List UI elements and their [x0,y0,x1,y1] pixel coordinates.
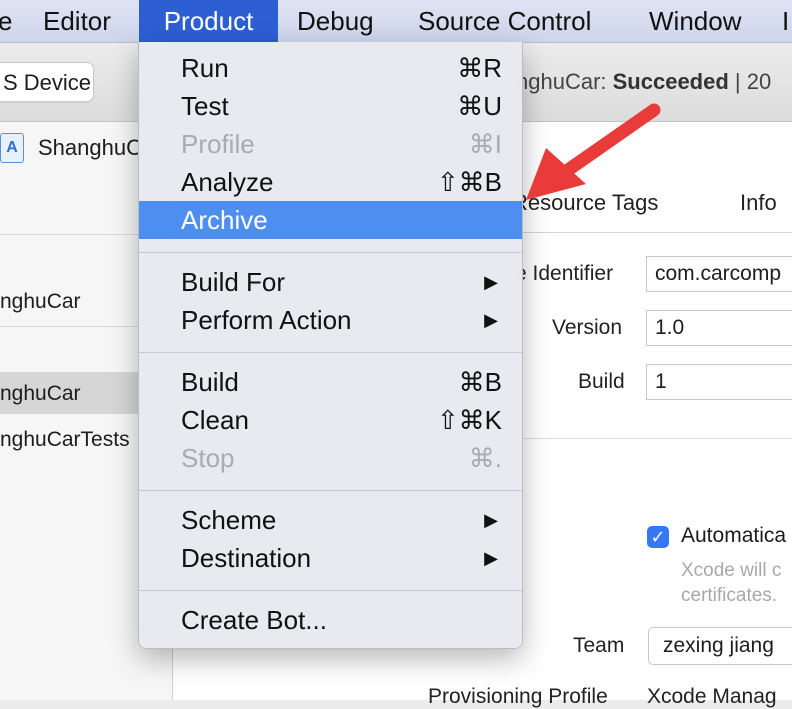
navigator-project-item[interactable]: nghuCar [0,290,81,314]
tab-info[interactable]: Info [740,190,777,216]
menu-item-scheme[interactable]: Scheme ▶ [139,501,522,539]
menu-item-shortcut: ⌘R [457,53,502,83]
bundle-identifier-field[interactable]: com.carcomp [646,256,792,292]
menu-item-label: Run [181,53,229,83]
submenu-arrow-icon: ▶ [484,548,498,568]
menu-item-clean[interactable]: Clean ⇧⌘K [139,401,522,439]
project-file-icon: A [0,133,24,163]
menu-separator [139,352,522,353]
version-label: Version [552,316,623,339]
menu-item-label: Profile [181,129,255,159]
menu-bar-item-source-control[interactable]: Source Control [418,0,591,42]
menu-item-shortcut: ⌘I [468,129,502,159]
navigator-target-item[interactable]: nghuCarTests [0,428,130,452]
project-name[interactable]: ShanghuC [38,130,142,166]
provisioning-profile-label: Provisioning Profile [428,685,608,708]
menu-item-run[interactable]: Run ⌘R [139,49,522,87]
signing-hint-line: certificates. [681,585,778,606]
menu-separator [139,490,522,491]
menu-separator [139,590,522,591]
menu-item-label: Analyze [181,167,274,197]
menu-item-label: Create Bot... [181,605,327,635]
menu-bar: e Editor Product Debug Source Control Wi… [0,0,792,43]
menu-item-label: Destination [181,543,312,573]
menu-item-shortcut: ⇧⌘B [436,167,502,197]
menu-item-perform-action[interactable]: Perform Action ▶ [139,301,522,339]
menu-bar-item-window[interactable]: Window [649,0,741,42]
menu-item-profile: Profile ⌘I [139,125,522,163]
menu-item-stop: Stop ⌘. [139,439,522,477]
menu-item-label: Clean [181,405,249,435]
menu-item-archive[interactable]: Archive [139,201,522,239]
menu-item-test[interactable]: Test ⌘U [139,87,522,125]
menu-item-label: Build [181,367,239,397]
navigator-target-item[interactable]: nghuCar [0,382,81,406]
product-menu: Run ⌘R Test ⌘U Profile ⌘I Analyze ⇧⌘B Ar… [138,42,523,649]
build-status: nghuCar: Succeeded | 20 [516,62,771,102]
menu-bar-item-editor[interactable]: Editor [43,0,111,42]
menu-separator [139,252,522,253]
team-label: Team [573,634,625,657]
provisioning-profile-value: Xcode Manag [647,685,777,708]
automatic-signing-checkbox[interactable]: ✓ [647,526,669,548]
menu-item-label: Stop [181,443,235,473]
automatic-signing-label: Automatica [681,524,787,547]
menu-item-label: Build For [181,267,286,297]
menu-bar-item-product[interactable]: Product [139,0,278,42]
menu-item-shortcut: ⇧⌘K [436,405,502,435]
menu-item-shortcut: ⌘U [457,91,502,121]
submenu-arrow-icon: ▶ [484,272,498,292]
signing-hint-line: Xcode will c [681,560,782,581]
tab-resource-tags[interactable]: Resource Tags [512,190,658,216]
menu-item-analyze[interactable]: Analyze ⇧⌘B [139,163,522,201]
bundle-identifier-label: e Identifier [515,262,614,285]
menu-item-label: Test [181,91,229,121]
menu-item-label: Archive [181,205,268,235]
menu-item-build-for[interactable]: Build For ▶ [139,263,522,301]
team-select[interactable]: zexing jiang [648,627,792,665]
run-destination-button[interactable]: S Device [0,62,94,102]
submenu-arrow-icon: ▶ [484,510,498,530]
menu-item-label: Scheme [181,505,277,535]
menu-bar-item-debug[interactable]: Debug [297,0,374,42]
menu-bar-item-edit[interactable]: e [0,0,12,42]
menu-bar-item-help[interactable]: I [782,0,789,42]
menu-item-shortcut: ⌘. [468,443,502,473]
menu-item-build[interactable]: Build ⌘B [139,363,522,401]
menu-item-shortcut: ⌘B [458,367,502,397]
status-project: nghuCar: [516,69,613,94]
submenu-arrow-icon: ▶ [484,310,498,330]
build-field[interactable]: 1 [646,364,792,400]
menu-item-destination[interactable]: Destination ▶ [139,539,522,577]
status-suffix: | 20 [728,69,772,94]
version-field[interactable]: 1.0 [646,310,792,346]
status-result: Succeeded [612,69,729,94]
menu-item-label: Perform Action [181,305,352,335]
section-divider [515,438,792,439]
menu-item-create-bot[interactable]: Create Bot... [139,601,522,639]
build-label: Build [578,370,625,393]
